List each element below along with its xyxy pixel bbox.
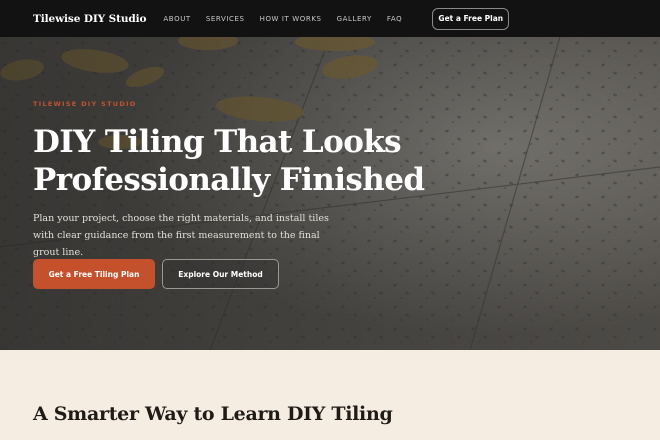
nav-link-about[interactable]: ABOUT (163, 15, 190, 23)
intro-section: A Smarter Way to Learn DIY Tiling (0, 350, 660, 440)
brand-logo[interactable]: Tilewise DIY Studio (33, 13, 147, 25)
nav-link-gallery[interactable]: GALLERY (337, 15, 372, 23)
hero-title: DIY Tiling That Looks Professionally Fin… (33, 124, 425, 198)
nav-link-how-it-works[interactable]: HOW IT WORKS (260, 15, 322, 23)
nav-links: ABOUT SERVICES HOW IT WORKS GALLERY FAQ (163, 15, 417, 23)
get-free-plan-button[interactable]: Get a Free Plan (432, 7, 510, 30)
hero-section: TILEWISE DIY STUDIO DIY Tiling That Look… (0, 37, 660, 350)
get-free-tiling-plan-button[interactable]: Get a Free Tiling Plan (33, 259, 155, 289)
explore-method-button[interactable]: Explore Our Method (162, 259, 279, 289)
hero-description: Plan your project, choose the right mate… (33, 213, 329, 258)
nav-link-faq[interactable]: FAQ (387, 15, 402, 23)
top-navigation: Tilewise DIY Studio ABOUT SERVICES HOW I… (0, 0, 660, 37)
section-heading: A Smarter Way to Learn DIY Tiling (33, 403, 393, 425)
hero-eyebrow: TILEWISE DIY STUDIO (33, 100, 137, 108)
nav-link-services[interactable]: SERVICES (206, 15, 245, 23)
